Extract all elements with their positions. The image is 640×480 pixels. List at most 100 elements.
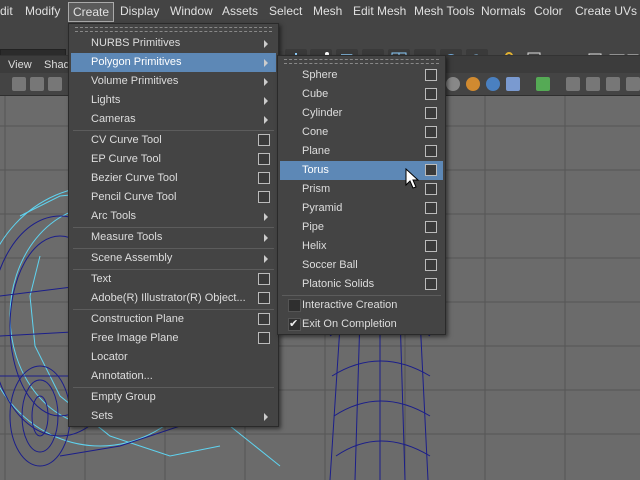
menu-item-label: Measure Tools (91, 231, 163, 243)
option-box[interactable] (425, 145, 437, 157)
menu-item-cone[interactable]: Cone (280, 123, 443, 142)
menu-edit-mesh[interactable]: Edit Mesh (353, 4, 406, 18)
option-box[interactable] (425, 107, 437, 119)
menu-modify[interactable]: Modify (25, 4, 60, 18)
menu-item-volume-primitives[interactable]: Volume Primitives (71, 72, 276, 91)
bookmark-icon[interactable] (48, 77, 62, 91)
menu-item-label: Empty Group (91, 391, 156, 403)
menu-create[interactable]: Create (68, 2, 115, 22)
menu-item-label: Exit On Completion (302, 318, 397, 330)
menu-item-measure-tools[interactable]: Measure Tools (71, 228, 276, 247)
menu-item-arc-tools[interactable]: Arc Tools (71, 207, 276, 226)
option-box[interactable] (425, 69, 437, 81)
menu-mesh[interactable]: Mesh (313, 4, 342, 18)
menu-item-empty-group[interactable]: Empty Group (71, 388, 276, 407)
menu-display[interactable]: Display (120, 4, 159, 18)
menu-item-text[interactable]: Text (71, 270, 276, 289)
panel-menu-view[interactable]: View (8, 59, 32, 71)
gate-mask-icon[interactable] (626, 77, 640, 91)
menu-item-helix[interactable]: Helix (280, 237, 443, 256)
menu-item-nurbs-primitives[interactable]: NURBS Primitives (71, 34, 276, 53)
menu-item-polygon-primitives[interactable]: Polygon Primitives (71, 53, 276, 72)
menu-item-scene-assembly[interactable]: Scene Assembly (71, 249, 276, 268)
menu-item-illustrator-object[interactable]: Adobe(R) Illustrator(R) Object... (71, 289, 276, 308)
menu-item-label: CV Curve Tool (91, 134, 162, 146)
menu-item-cv-curve-tool[interactable]: CV Curve Tool (71, 131, 276, 150)
menu-item-label: Sphere (302, 69, 338, 81)
menu-item-lights[interactable]: Lights (71, 91, 276, 110)
camera-icon[interactable] (12, 77, 26, 91)
camera-attr-icon[interactable] (30, 77, 44, 91)
option-box[interactable] (425, 164, 437, 176)
interactive-creation-checkbox[interactable] (288, 299, 301, 312)
xray-icon[interactable] (536, 77, 550, 91)
menu-normals[interactable]: Normals (481, 4, 526, 18)
menu-mesh-tools[interactable]: Mesh Tools (414, 4, 474, 18)
menu-item-label: Cone (302, 126, 329, 138)
submenu-arrow-icon (264, 59, 268, 67)
panel-menu-shading[interactable]: Shad (44, 59, 70, 71)
option-box[interactable] (425, 240, 437, 252)
menu-color[interactable]: Color (534, 4, 563, 18)
option-box[interactable] (425, 278, 437, 290)
shadows-icon[interactable] (506, 77, 520, 91)
menu-item-platonic-solids[interactable]: Platonic Solids (280, 275, 443, 294)
menu-item-sphere[interactable]: Sphere (280, 66, 443, 85)
submenu-arrow-icon (264, 213, 268, 221)
textured-sphere-icon[interactable] (466, 77, 480, 91)
menu-item-exit-on-completion[interactable]: Exit On Completion (280, 315, 443, 334)
menu-item-soccer-ball[interactable]: Soccer Ball (280, 256, 443, 275)
option-box[interactable] (425, 126, 437, 138)
menu-item-bezier-curve-tool[interactable]: Bezier Curve Tool (71, 169, 276, 188)
submenu-arrow-icon (264, 116, 268, 124)
option-box[interactable] (258, 172, 270, 184)
option-box[interactable] (425, 221, 437, 233)
option-box[interactable] (258, 313, 270, 325)
menu-window[interactable]: Window (170, 4, 213, 18)
menu-item-label: Pencil Curve Tool (91, 191, 177, 203)
submenu-arrow-icon (264, 40, 268, 48)
menu-item-locator[interactable]: Locator (71, 348, 276, 367)
option-box[interactable] (425, 259, 437, 271)
option-box[interactable] (258, 134, 270, 146)
menu-item-cameras[interactable]: Cameras (71, 110, 276, 129)
menu-create-uvs[interactable]: Create UVs (575, 4, 637, 18)
menu-item-annotation[interactable]: Annotation... (71, 367, 276, 386)
menu-item-pencil-curve-tool[interactable]: Pencil Curve Tool (71, 188, 276, 207)
option-box[interactable] (258, 332, 270, 344)
tear-off-handle[interactable] (284, 59, 439, 64)
menu-item-ep-curve-tool[interactable]: EP Curve Tool (71, 150, 276, 169)
option-box[interactable] (258, 292, 270, 304)
wireframe-icon[interactable] (586, 77, 600, 91)
menu-item-free-image-plane[interactable]: Free Image Plane (71, 329, 276, 348)
menu-select[interactable]: Select (269, 4, 302, 18)
menu-edit[interactable]: dit (0, 4, 13, 18)
menu-item-label: Cylinder (302, 107, 343, 119)
option-box[interactable] (425, 202, 437, 214)
option-box[interactable] (258, 191, 270, 203)
menu-item-label: Locator (91, 351, 128, 363)
option-box[interactable] (425, 88, 437, 100)
menu-item-label: Plane (302, 145, 331, 157)
option-box[interactable] (258, 273, 270, 285)
option-box[interactable] (425, 183, 437, 195)
menu-item-label: NURBS Primitives (91, 37, 181, 49)
menu-item-cube[interactable]: Cube (280, 85, 443, 104)
menu-item-construction-plane[interactable]: Construction Plane (71, 310, 276, 329)
menu-item-cylinder[interactable]: Cylinder (280, 104, 443, 123)
menu-assets[interactable]: Assets (222, 4, 258, 18)
isolate-icon[interactable] (566, 77, 580, 91)
lights-icon[interactable] (486, 77, 500, 91)
menu-item-label: Platonic Solids (302, 278, 375, 290)
resolution-gate-icon[interactable] (606, 77, 620, 91)
menu-item-plane[interactable]: Plane (280, 142, 443, 161)
menu-item-pyramid[interactable]: Pyramid (280, 199, 443, 218)
menu-item-label: Torus (302, 164, 329, 176)
option-box[interactable] (258, 153, 270, 165)
menu-item-interactive-creation[interactable]: Interactive Creation (280, 296, 443, 315)
menu-item-sets[interactable]: Sets (71, 407, 276, 426)
menu-item-pipe[interactable]: Pipe (280, 218, 443, 237)
shaded-sphere-icon[interactable] (446, 77, 460, 91)
tear-off-handle[interactable] (75, 27, 272, 32)
exit-on-completion-checkbox[interactable] (288, 317, 301, 331)
